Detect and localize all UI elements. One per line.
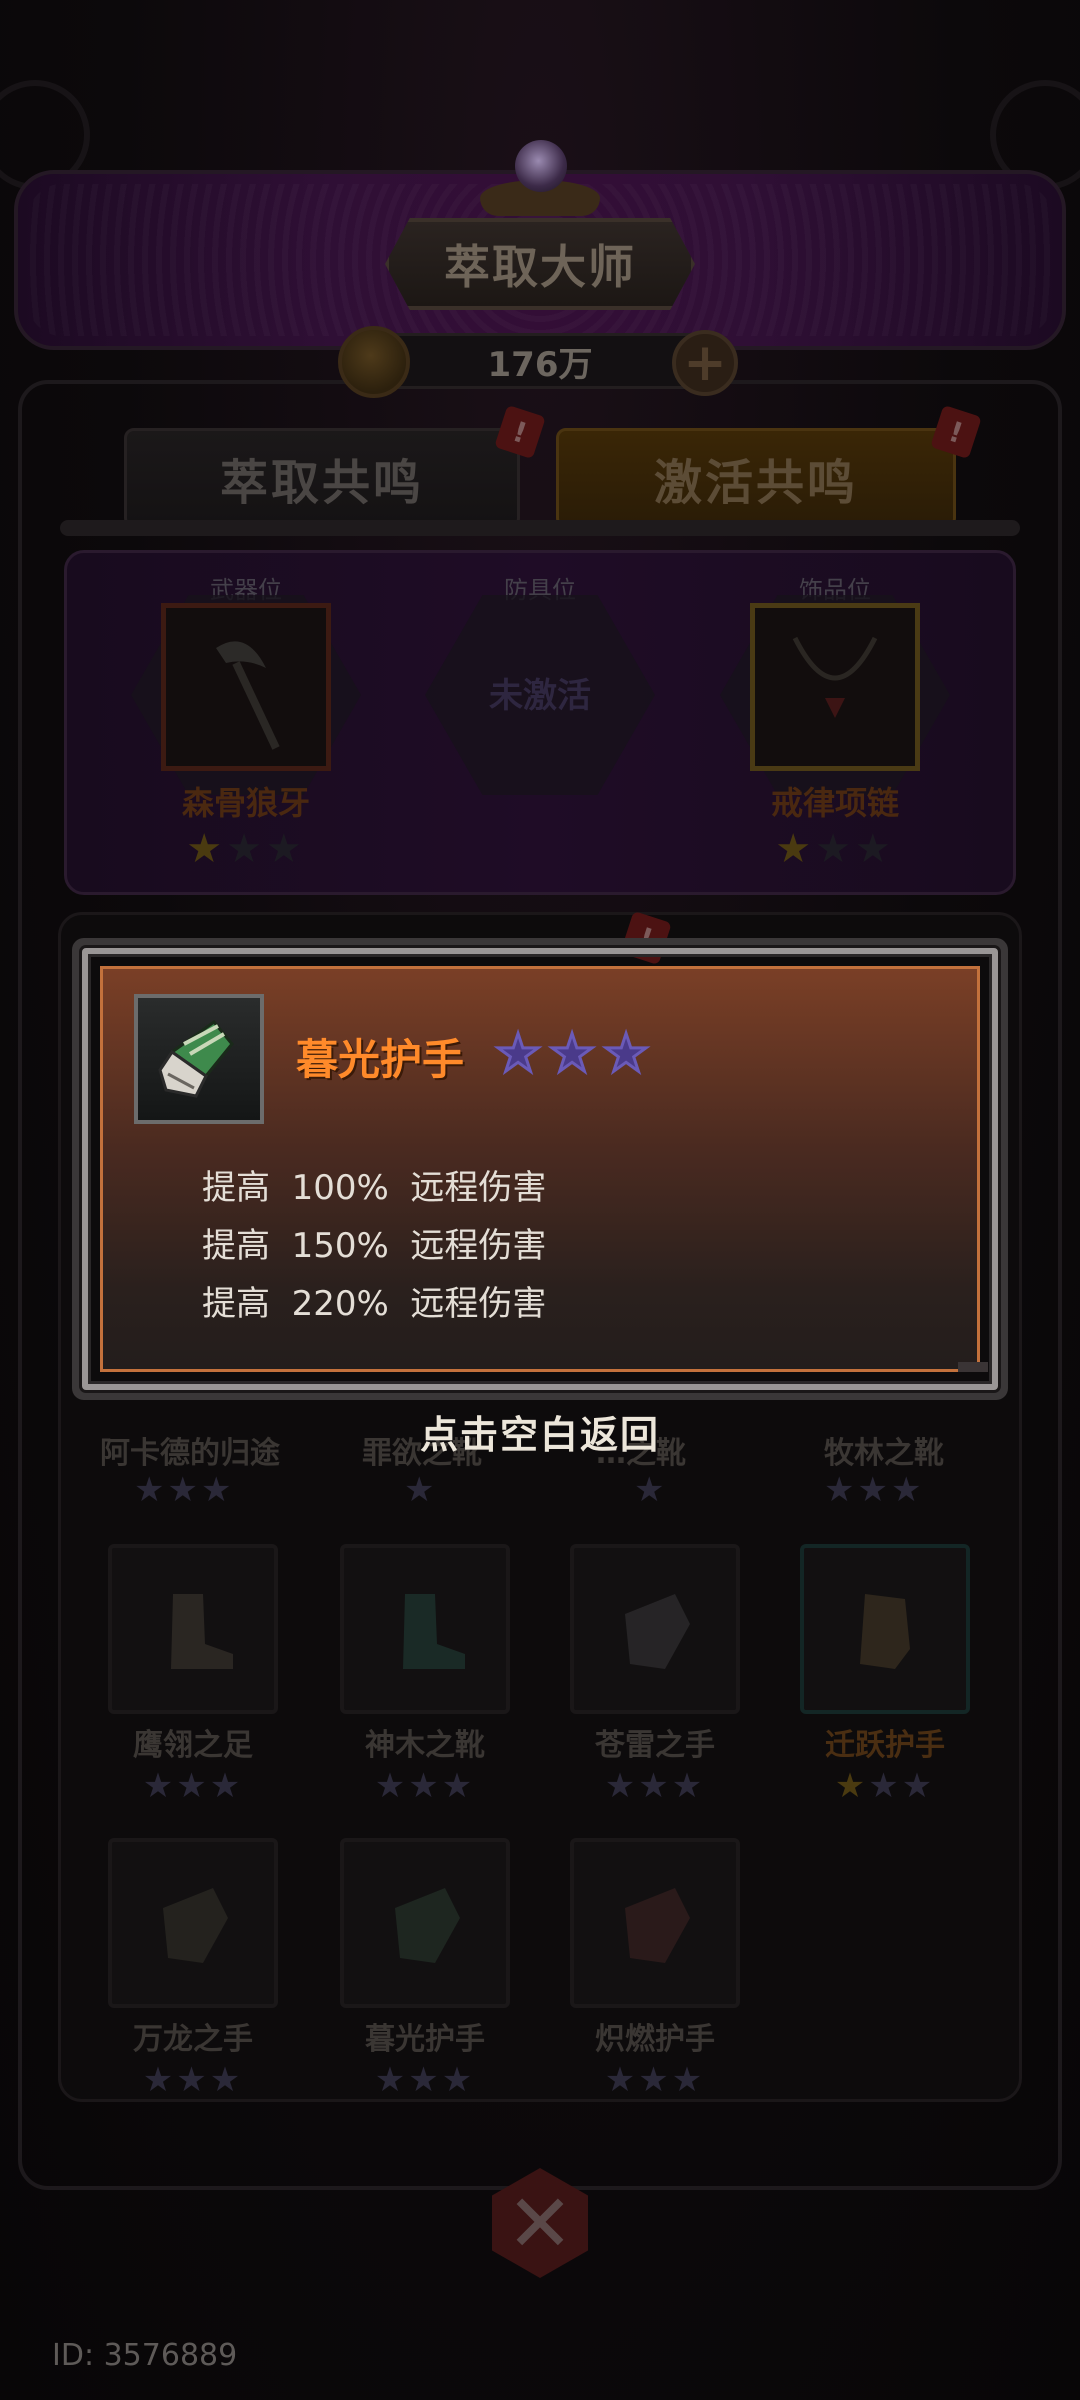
popup-item-stars: ★ ★ ★ [492, 1024, 652, 1084]
armor-slot-status: 未激活 [489, 676, 591, 716]
grid-item-stars: ★ [634, 1470, 668, 1510]
boot-icon [340, 1544, 510, 1714]
gauntlet-icon [108, 1838, 278, 2008]
accessory-slot-stars: ★★★ [775, 826, 895, 872]
popup-item-name: 暮光护手 [296, 1035, 465, 1084]
tap-to-return-hint[interactable]: 点击空白返回 [0, 1404, 1080, 1459]
grid-item-name: 炽燃护手 [595, 2022, 715, 2057]
grid-item[interactable]: 炽燃护手 ★★★ [570, 1838, 740, 2100]
grid-item-stars: ★★★ [134, 1470, 235, 1510]
grid-item[interactable]: 暮光护手 ★★★ [340, 1838, 510, 2100]
weapon-slot[interactable] [161, 603, 331, 771]
gauntlet-icon [570, 1544, 740, 1714]
scythe-icon [216, 641, 280, 750]
tab-activate-resonance[interactable]: 激活共鸣 [556, 428, 956, 528]
grid-item-stars: ★★★ [374, 1766, 476, 1806]
gauntlet-icon [800, 1544, 970, 1714]
grid-item-stars: ★★★ [374, 2060, 476, 2100]
grid-item[interactable]: 神木之靴 ★★★ [340, 1544, 510, 1806]
grid-item[interactable]: 万龙之手 ★★★ [108, 1838, 278, 2100]
currency-bar: 176万 [360, 333, 720, 389]
weapon-slot-stars: ★★★ [186, 826, 306, 872]
grid-item-stars: ★★★ [834, 1766, 936, 1806]
gauntlet-icon [340, 1838, 510, 2008]
grid-item-stars: ★ [404, 1470, 438, 1510]
popup-corner-decoration [958, 1362, 988, 1372]
necklace-icon [792, 636, 878, 718]
grid-item-name: 万龙之手 [133, 2022, 253, 2057]
grid-item-name: 暮光护手 [365, 2022, 485, 2057]
gauntlet-icon [158, 1019, 234, 1098]
stat-line: 提高 100% 远程伤害 [202, 1168, 547, 1208]
grid-item[interactable]: 迁跃护手 ★★★ [800, 1544, 970, 1806]
grid-item-stars: ★★★ [824, 1470, 925, 1510]
grid-item-stars: ★★★ [142, 2060, 244, 2100]
star-icon: ★ [493, 1024, 543, 1084]
player-id: ID: 3576889 [52, 2338, 238, 2373]
grid-item[interactable]: 苍雷之手 ★★★ [570, 1544, 740, 1806]
star-icon: ★ [601, 1024, 651, 1084]
boot-icon [108, 1544, 278, 1714]
grid-item-name: 迁跃护手 [825, 1728, 945, 1763]
grid-item[interactable]: 鹰翎之足 ★★★ [108, 1544, 278, 1806]
page-title: 萃取大师 [444, 240, 636, 294]
accessory-slot[interactable] [750, 603, 920, 771]
grid-item-name: 神木之靴 [365, 1728, 485, 1763]
grid-item-stars: ★★★ [142, 1766, 244, 1806]
add-currency-button[interactable]: + [672, 330, 738, 396]
stat-line: 提高 220% 远程伤害 [202, 1284, 547, 1324]
grid-item-name: 苍雷之手 [595, 1728, 715, 1763]
crystal-orb-icon [515, 140, 567, 192]
tab-label: 萃取共鸣 [219, 455, 424, 511]
stat-line: 提高 150% 远程伤害 [202, 1226, 547, 1266]
grid-item-stars: ★★★ [604, 1766, 706, 1806]
popup-item-icon-frame [134, 994, 264, 1124]
weapon-slot-name: 森骨狼牙 [181, 784, 310, 822]
accessory-slot-name: 戒律项链 [770, 784, 899, 822]
gauntlet-icon [570, 1838, 740, 2008]
grid-item-stars: ★★★ [604, 2060, 706, 2100]
grid-item-name: 鹰翎之足 [133, 1728, 253, 1763]
star-icon: ★ [547, 1024, 597, 1084]
coin-icon [338, 326, 410, 398]
tab-label: 激活共鸣 [653, 455, 858, 511]
currency-value: 176万 [487, 344, 593, 385]
tab-extract-resonance[interactable]: 萃取共鸣 [124, 428, 520, 528]
tab-divider [60, 520, 1020, 536]
title-plate: 萃取大师 [385, 218, 695, 310]
